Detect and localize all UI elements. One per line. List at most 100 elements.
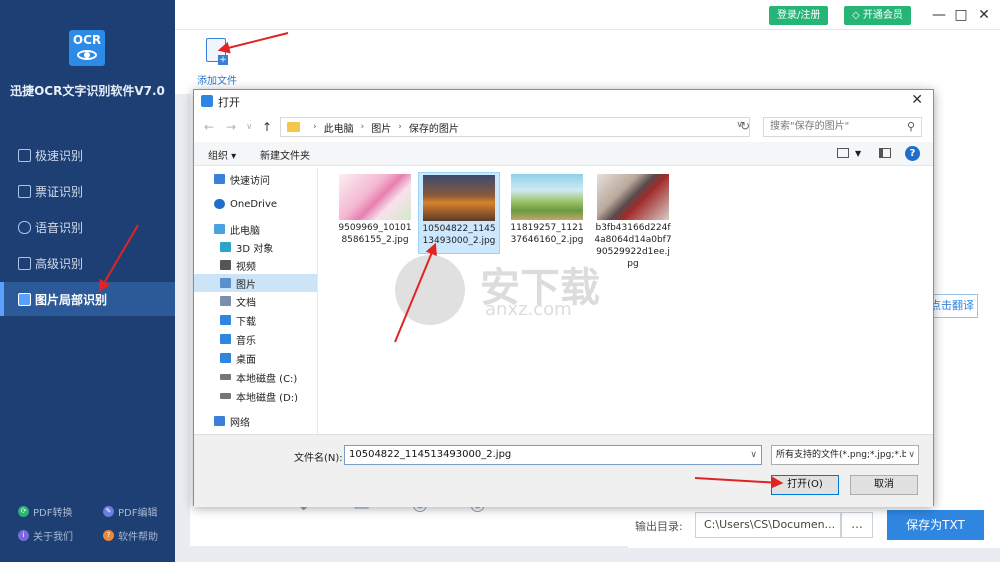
tree-label: 下载 <box>236 316 256 328</box>
refresh-icon[interactable]: ↻ <box>740 119 750 133</box>
tree-item-3d-objects[interactable]: 3D 对象 <box>220 238 273 256</box>
dialog-close-icon[interactable]: ✕ <box>911 92 923 108</box>
folder-icon <box>287 122 300 132</box>
footer-label: 软件帮助 <box>118 532 158 543</box>
vip-label: 开通会员 <box>862 10 903 21</box>
file-name: b3fb43166d224f4a8064d14a0bf790529922d1ee… <box>594 223 672 269</box>
tree-label: 本地磁盘 (C:) <box>236 373 298 385</box>
search-icon[interactable]: ⚲ <box>907 118 915 136</box>
tree-item-network[interactable]: 网络 <box>214 412 250 430</box>
eye-icon <box>77 50 97 60</box>
filename-value: 10504822_114513493000_2.jpg <box>349 449 512 460</box>
sidebar-item-label: 极速识别 <box>35 148 84 163</box>
breadcrumb-pictures[interactable]: 图片 <box>371 120 391 135</box>
vip-button[interactable]: ◇ 开通会员 <box>844 6 911 25</box>
sidebar-item-fast[interactable]: 极速识别 <box>0 138 175 172</box>
back-arrow-icon[interactable]: ← <box>204 120 214 134</box>
filename-input[interactable]: 10504822_114513493000_2.jpg ∨ <box>344 445 762 465</box>
organize-button[interactable]: 组织 ▾ <box>208 147 236 162</box>
tree-label: 网络 <box>230 417 250 429</box>
tree-item-drive-d[interactable]: 本地磁盘 (D:) <box>220 387 298 405</box>
footer-label: PDF转换 <box>33 508 73 519</box>
footer-label: PDF编辑 <box>118 508 158 519</box>
address-bar[interactable]: › 此电脑 › 图片 › 保存的图片 ∨ <box>280 117 750 137</box>
chevron-right-icon: › <box>313 122 317 132</box>
tree-label: 3D 对象 <box>236 243 274 255</box>
tree-item-pictures[interactable]: 图片 <box>194 274 317 292</box>
up-arrow-icon[interactable]: ↑ <box>262 120 272 134</box>
tree-item-documents[interactable]: 文档 <box>220 292 256 310</box>
tree-item-onedrive[interactable]: OneDrive <box>214 195 277 213</box>
output-label: 输出目录: <box>635 520 683 533</box>
file-item-selected[interactable]: 10504822_114513493000_2.jpg <box>418 172 500 254</box>
filetype-select[interactable]: 所有支持的文件(*.png;*.jpg;*.b ∨ <box>771 445 919 465</box>
help-icon: ? <box>103 530 114 541</box>
save-txt-button[interactable]: 保存为TXT <box>887 510 984 540</box>
sidebar-item-ticket[interactable]: 票证识别 <box>0 174 175 208</box>
add-file-label[interactable]: 添加文件 <box>197 72 237 87</box>
tree-label: 桌面 <box>236 354 256 366</box>
search-placeholder: 搜索"保存的图片" <box>770 121 850 132</box>
new-folder-button[interactable]: 新建文件夹 <box>260 147 310 162</box>
help-icon[interactable]: ? <box>905 146 920 161</box>
tree-item-videos[interactable]: 视频 <box>220 256 256 274</box>
dialog-app-icon <box>201 95 213 107</box>
logo-text: OCR <box>72 33 102 47</box>
desktop-icon <box>220 353 231 363</box>
app-title: 迅捷OCR文字识别软件V7.0 <box>10 84 165 98</box>
login-button[interactable]: 登录/注册 <box>769 6 829 25</box>
sidebar: OCR 迅捷OCR文字识别软件V7.0 极速识别 票证识别 语音识别 高级识别 … <box>0 0 175 562</box>
document-icon <box>220 296 231 306</box>
tree-item-desktop[interactable]: 桌面 <box>220 349 256 367</box>
sidebar-item-voice[interactable]: 语音识别 <box>0 210 175 244</box>
close-icon[interactable]: ✕ <box>976 6 992 24</box>
tree-label: OneDrive <box>230 198 278 210</box>
about-link[interactable]: i 关于我们 <box>18 528 73 543</box>
image-icon <box>18 292 31 306</box>
file-item[interactable]: b3fb43166d224f4a8064d14a0bf790529922d1ee… <box>592 172 674 270</box>
open-button[interactable]: 打开(O) <box>771 475 839 495</box>
minimize-icon[interactable]: — <box>931 6 947 24</box>
browse-button[interactable]: ... <box>841 512 873 538</box>
help-link[interactable]: ? 软件帮助 <box>103 528 158 543</box>
search-input[interactable]: 搜索"保存的图片" ⚲ <box>763 117 922 137</box>
sidebar-item-label: 高级识别 <box>35 256 84 271</box>
tree-item-quick-access[interactable]: 快速访问 <box>214 170 270 188</box>
dialog-title: 打开 <box>218 96 240 109</box>
cancel-button[interactable]: 取消 <box>850 475 918 495</box>
pdf-edit-link[interactable]: ✎ PDF编辑 <box>103 504 157 519</box>
preview-pane-icon[interactable] <box>879 148 891 158</box>
history-dropdown-icon[interactable]: ∨ <box>246 122 253 132</box>
maximize-icon[interactable]: □ <box>953 6 969 24</box>
sidebar-item-label: 图片局部识别 <box>35 292 108 307</box>
forward-arrow-icon[interactable]: → <box>226 120 236 134</box>
chevron-down-icon[interactable]: ∨ <box>750 446 757 464</box>
output-path-field[interactable]: C:\Users\CS\Documen... <box>695 512 841 538</box>
tree-label: 此电脑 <box>230 225 260 237</box>
file-name: 10504822_114513493000_2.jpg <box>422 224 496 246</box>
tree-item-music[interactable]: 音乐 <box>220 330 256 348</box>
pdf-edit-icon: ✎ <box>103 506 114 517</box>
pdf-convert-link[interactable]: ⟳ PDF转换 <box>18 504 72 519</box>
tree-label: 图片 <box>236 279 256 291</box>
tree-label: 音乐 <box>236 335 256 347</box>
drive-icon <box>220 393 231 399</box>
file-item[interactable]: 11819257_112137646160_2.jpg <box>506 172 588 246</box>
view-dropdown-icon[interactable]: ▼ <box>855 149 861 158</box>
sidebar-item-advanced[interactable]: 高级识别 <box>0 246 175 280</box>
tree-item-drive-c[interactable]: 本地磁盘 (C:) <box>220 368 297 386</box>
tree-item-downloads[interactable]: 下载 <box>220 311 256 329</box>
add-file-icon[interactable] <box>206 38 228 65</box>
sidebar-item-image-partial[interactable]: 图片局部识别 <box>0 282 175 316</box>
drive-icon <box>220 374 231 380</box>
file-item[interactable]: 9509969_101018586155_2.jpg <box>334 172 416 246</box>
tree-item-this-pc[interactable]: 此电脑 <box>214 220 260 238</box>
chevron-right-icon: › <box>398 122 402 132</box>
view-options-icon[interactable] <box>837 148 849 158</box>
breadcrumb-this-pc[interactable]: 此电脑 <box>324 120 354 135</box>
cloud-icon <box>214 199 225 209</box>
crop-icon <box>18 256 31 270</box>
navigation-tree: 快速访问 OneDrive 此电脑 3D 对象 视频 图片 文档 下载 音乐 桌… <box>194 168 318 434</box>
chevron-down-icon[interactable]: ∨ <box>906 446 915 464</box>
breadcrumb-saved-pictures[interactable]: 保存的图片 <box>409 120 459 135</box>
